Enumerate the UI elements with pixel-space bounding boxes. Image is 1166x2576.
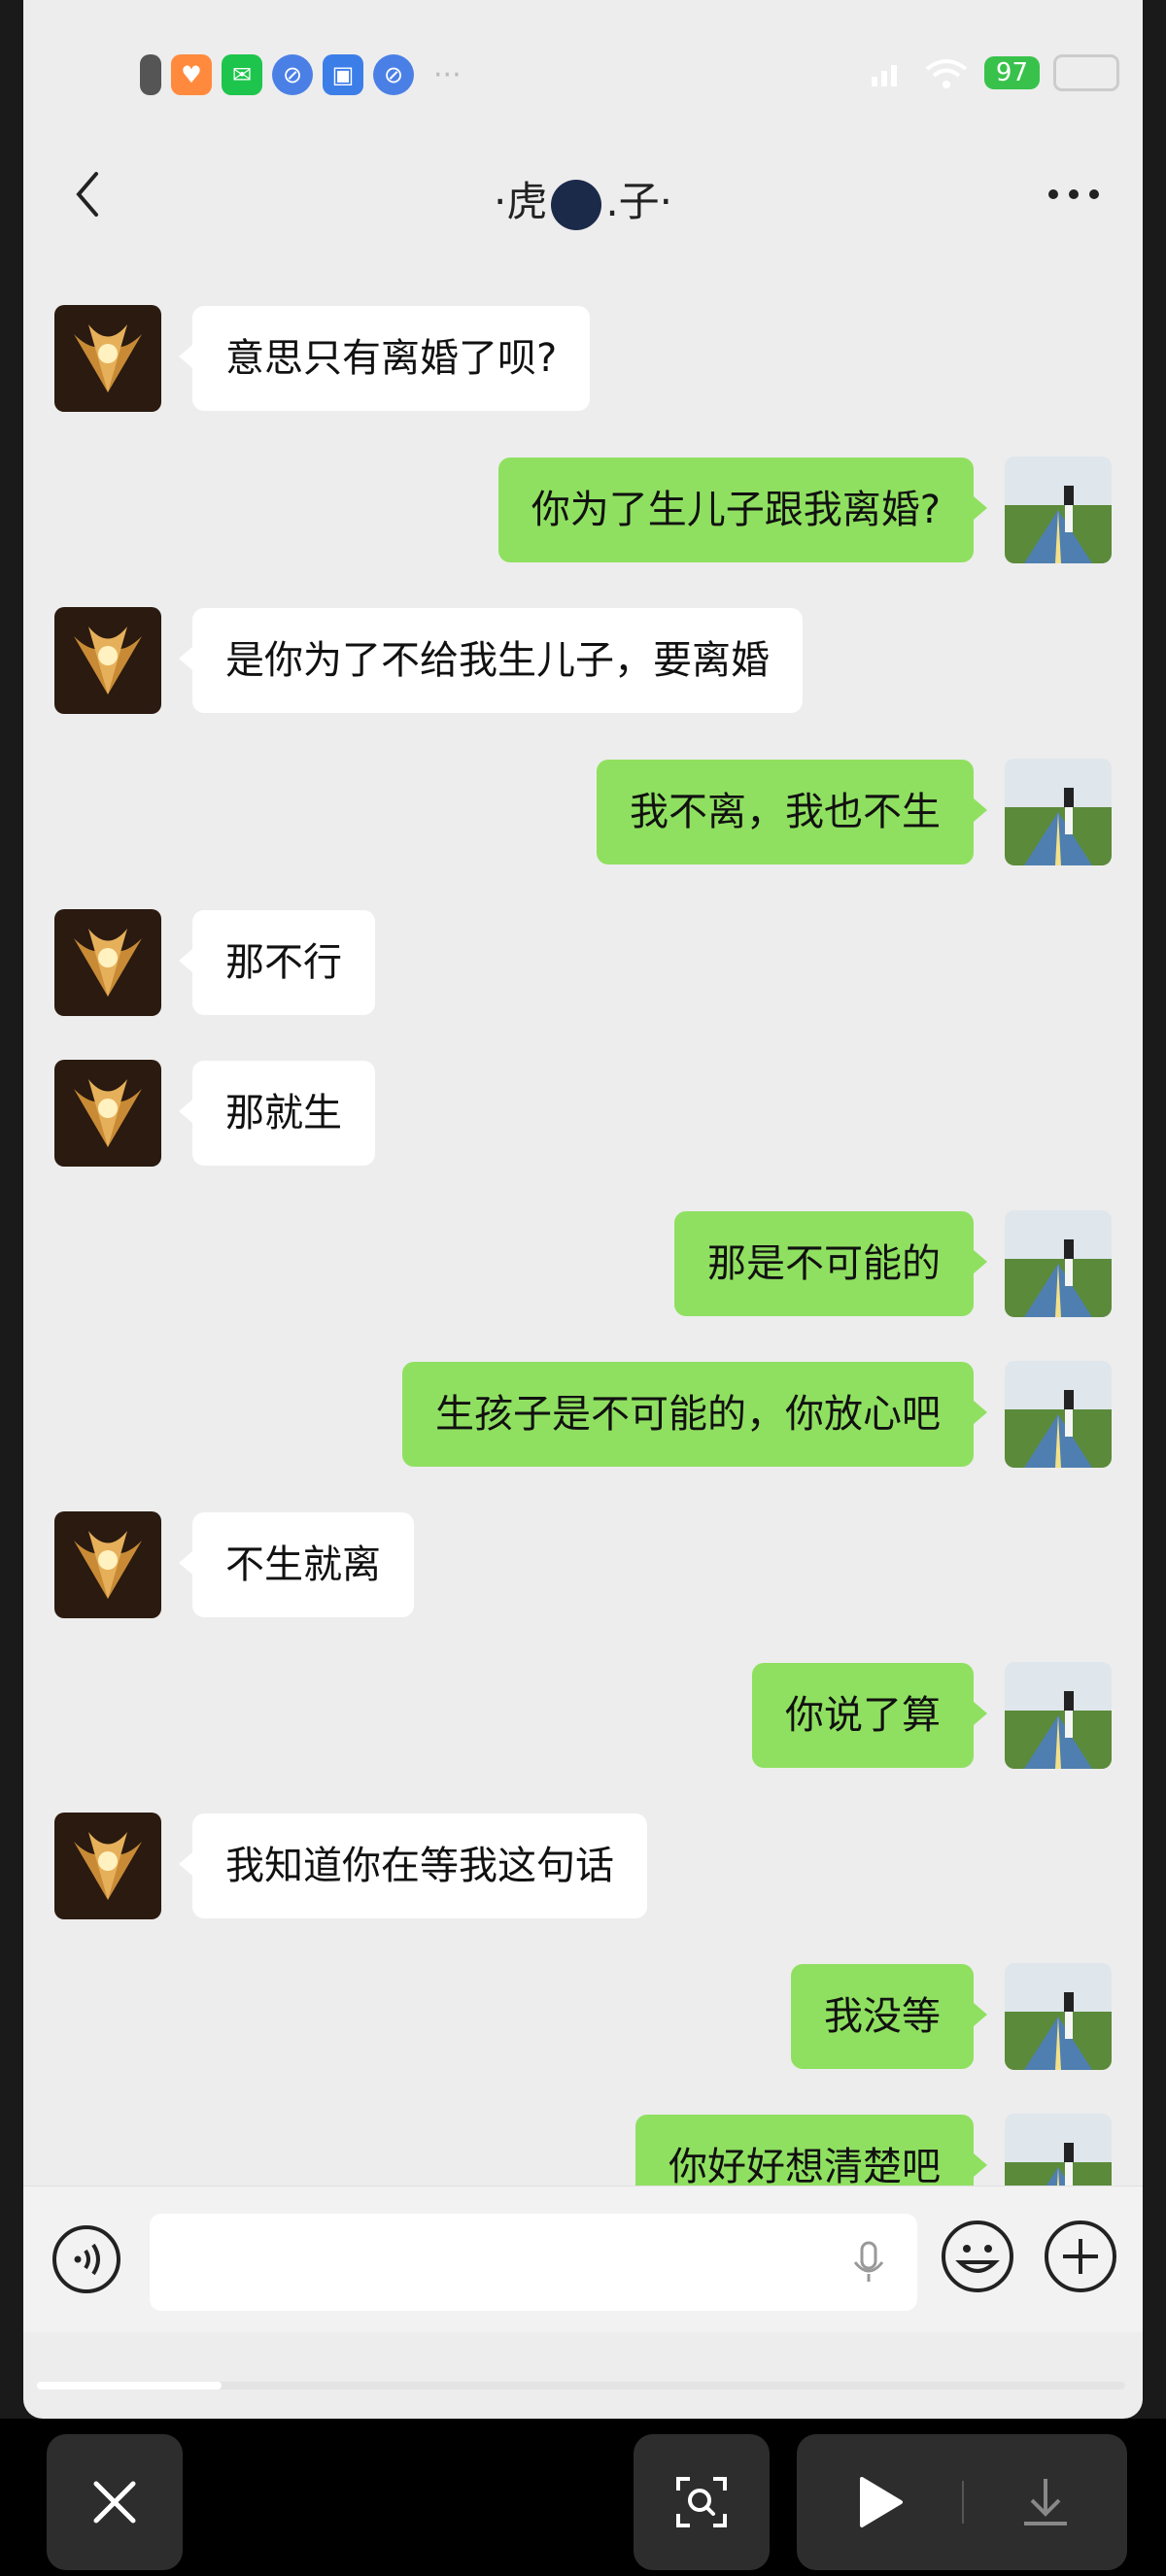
title-left: ·虎 — [493, 178, 548, 225]
battery-icon — [1053, 54, 1119, 91]
notification-icons: ♥ ✉ ⊘ ▣ ⊘ ··· — [140, 54, 462, 95]
message-bubble[interactable]: 那就生 — [179, 1061, 375, 1166]
message-incoming: 是你为了不给我生儿子，要离婚 — [54, 607, 803, 714]
emoji-button[interactable] — [939, 2218, 1016, 2295]
title-right: .子· — [605, 178, 673, 225]
message-outgoing: 那是不可能的 — [674, 1210, 1112, 1317]
message-bubble[interactable]: 意思只有离婚了呗? — [178, 306, 591, 411]
avatar[interactable] — [1005, 457, 1112, 563]
avatar[interactable] — [54, 1511, 161, 1618]
message-bubble[interactable]: 我不离，我也不生 — [597, 760, 987, 864]
battery-percent: 97 — [983, 56, 1040, 89]
message-incoming: 不生就离 — [54, 1511, 414, 1618]
message-outgoing: 你好好想清楚吧 — [635, 2114, 1112, 2186]
wechat-icon: ✉ — [222, 54, 262, 95]
app-icon — [140, 54, 161, 95]
play-icon — [860, 2477, 903, 2527]
status-bar: ♥ ✉ ⊘ ▣ ⊘ ··· 97 — [23, 0, 1143, 146]
chat-screen: ♥ ✉ ⊘ ▣ ⊘ ··· 97 ·虎 .子· 意思只有离婚了呗? 你为了生儿子… — [23, 0, 1143, 2419]
system-status: 97 — [870, 54, 1119, 91]
download-button[interactable] — [964, 2434, 1127, 2570]
browser-icon: ⊘ — [272, 54, 313, 95]
message-incoming: 意思只有离婚了呗? — [54, 305, 591, 412]
message-bubble[interactable]: 那是不可能的 — [674, 1211, 987, 1316]
plus-button[interactable] — [1042, 2218, 1119, 2295]
avatar[interactable] — [54, 909, 161, 1016]
message-bubble[interactable]: 生孩子是不可能的，你放心吧 — [402, 1362, 987, 1467]
message-incoming: 我知道你在等我这句话 — [54, 1813, 647, 1919]
document-app-icon: ▣ — [323, 54, 363, 95]
progress-indicator — [37, 2382, 222, 2390]
avatar[interactable] — [54, 305, 161, 412]
message-incoming: 那就生 — [54, 1060, 375, 1167]
scan-button[interactable] — [634, 2434, 770, 2570]
avatar[interactable] — [1005, 1662, 1112, 1769]
avatar[interactable] — [1005, 2114, 1112, 2186]
message-outgoing: 你说了算 — [752, 1662, 1112, 1769]
signal-icon — [871, 65, 897, 86]
message-bubble[interactable]: 那不行 — [179, 910, 375, 1015]
mic-button[interactable] — [843, 2237, 894, 2288]
plus-circle-icon — [1045, 2220, 1116, 2292]
message-input[interactable] — [150, 2214, 917, 2311]
title-emoji-icon — [551, 179, 602, 230]
avatar[interactable] — [1005, 1361, 1112, 1468]
message-incoming: 那不行 — [54, 909, 375, 1016]
voice-input-icon — [52, 2225, 120, 2293]
more-notifications-icon: ··· — [433, 57, 462, 92]
input-bar — [23, 2186, 1143, 2332]
wifi-icon — [925, 59, 968, 88]
close-button[interactable] — [47, 2434, 183, 2570]
avatar[interactable] — [54, 1813, 161, 1919]
message-list[interactable]: 意思只有离婚了呗? 你为了生儿子跟我离婚? 是你为了不给我生儿子，要离婚 我不离… — [23, 291, 1143, 2186]
message-bubble[interactable]: 是你为了不给我生儿子，要离婚 — [179, 608, 803, 713]
message-outgoing: 我没等 — [791, 1963, 1112, 2070]
media-controls — [797, 2434, 1127, 2570]
message-outgoing: 我不离，我也不生 — [597, 759, 1112, 865]
more-button[interactable] — [1040, 165, 1108, 223]
emoji-icon — [942, 2220, 1013, 2292]
download-icon — [1024, 2479, 1067, 2525]
heart-app-icon: ♥ — [171, 54, 212, 95]
message-bubble[interactable]: 我没等 — [791, 1964, 987, 2069]
viewer-toolbar — [0, 2419, 1166, 2576]
avatar[interactable] — [54, 1060, 161, 1167]
message-bubble[interactable]: 你说了算 — [752, 1663, 987, 1768]
close-icon — [93, 2481, 136, 2524]
avatar[interactable] — [1005, 1963, 1112, 2070]
more-horizontal-icon — [1048, 189, 1099, 199]
message-bubble[interactable]: 不生就离 — [179, 1512, 414, 1617]
browser-icon: ⊘ — [373, 54, 414, 95]
message-bubble[interactable]: 我知道你在等我这句话 — [179, 1813, 647, 1918]
microphone-icon — [853, 2241, 884, 2282]
message-bubble[interactable]: 你为了生儿子跟我离婚? — [497, 458, 988, 562]
chat-title: ·虎 .子· — [23, 169, 1143, 230]
message-outgoing: 生孩子是不可能的，你放心吧 — [402, 1361, 1112, 1468]
scan-search-icon — [676, 2477, 727, 2527]
message-outgoing: 你为了生儿子跟我离婚? — [497, 457, 1112, 563]
message-bubble[interactable]: 你好好想清楚吧 — [635, 2115, 987, 2186]
play-button[interactable] — [797, 2434, 962, 2570]
chat-header: ·虎 .子· — [23, 146, 1143, 253]
voice-button[interactable] — [51, 2223, 122, 2295]
avatar[interactable] — [1005, 1210, 1112, 1317]
avatar[interactable] — [54, 607, 161, 714]
avatar[interactable] — [1005, 759, 1112, 865]
